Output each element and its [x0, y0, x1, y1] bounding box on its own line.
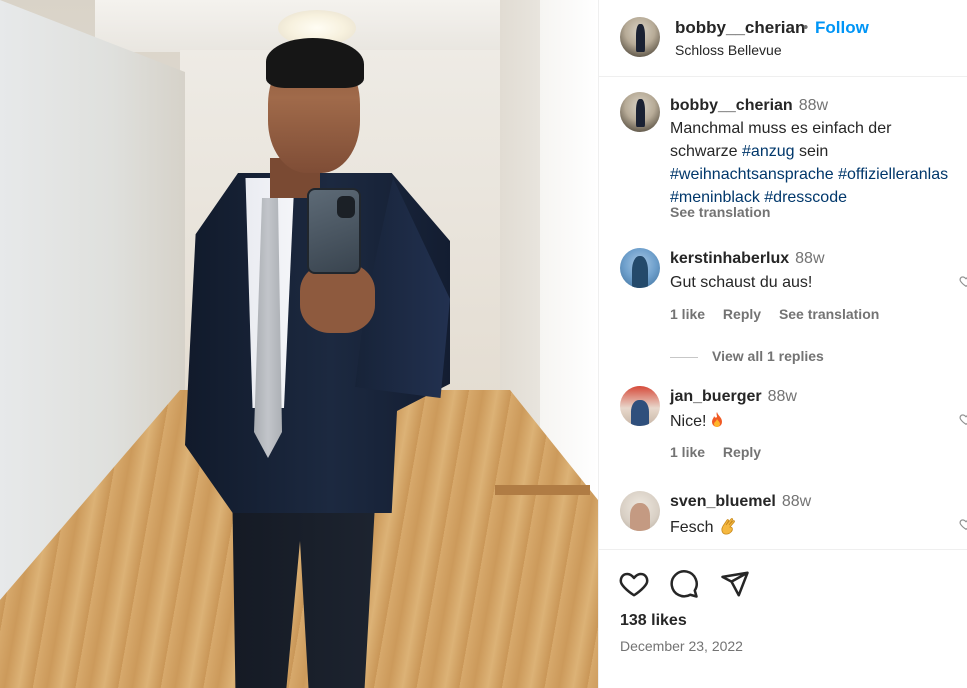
hashtag-link[interactable]: #weihnachtsansprache	[670, 166, 834, 183]
comment-likes[interactable]: 1 like	[670, 306, 705, 322]
clapping-hands-emoji-icon	[720, 518, 735, 535]
baseboard	[495, 485, 590, 495]
post-username[interactable]: bobby__cherian	[675, 18, 805, 38]
caption-age: 88w	[798, 97, 829, 114]
view-replies-button[interactable]: View all 1 replies	[670, 348, 824, 364]
separator-dot: •	[803, 19, 809, 36]
share-icon[interactable]	[720, 569, 750, 599]
hashtag-link[interactable]: #dresscode	[764, 189, 847, 206]
post-side-panel: bobby__cherian • Follow Schloss Bellevue…	[598, 0, 967, 688]
comment-age: 88w	[767, 388, 797, 405]
follow-button[interactable]: Follow	[815, 18, 869, 38]
post-photo[interactable]	[0, 0, 598, 688]
avatar[interactable]	[620, 248, 660, 288]
reply-button[interactable]: Reply	[723, 444, 761, 460]
comment-username[interactable]: jan_buerger	[670, 388, 762, 405]
right-wall-edge	[540, 0, 598, 500]
comment-text: Gut schaust du aus!	[670, 274, 813, 291]
comment-age: 88w	[781, 493, 812, 510]
smartphone	[307, 188, 361, 274]
comment-text: Nice!	[670, 413, 707, 430]
post-location[interactable]: Schloss Bellevue	[675, 42, 782, 58]
replies-divider	[670, 356, 698, 358]
caption-text: bobby__cherian 88w Manchmal muss es einfa…	[670, 94, 967, 209]
see-translation-link[interactable]: See translation	[779, 306, 879, 322]
comment-likes[interactable]: 1 like	[670, 444, 705, 460]
comment-icon[interactable]	[669, 569, 699, 599]
caption-avatar[interactable]	[620, 92, 660, 132]
comment-username[interactable]: kerstinhaberlux	[670, 250, 789, 267]
comment-username[interactable]: sven_bluemel	[670, 493, 776, 510]
comment-age: 88w	[795, 250, 825, 267]
comment-heart-icon[interactable]	[959, 274, 967, 288]
person-in-suit	[180, 38, 460, 688]
view-replies-label[interactable]: View all 1 replies	[712, 348, 824, 364]
hashtag-link[interactable]: #offizielleranlas	[838, 166, 948, 183]
post-header: bobby__cherian • Follow Schloss Bellevue	[599, 0, 967, 77]
avatar[interactable]	[620, 17, 660, 57]
comment-heart-icon[interactable]	[959, 517, 967, 531]
comment-text: Fesch	[670, 519, 714, 536]
caption-line-2-rest: sein	[794, 143, 829, 160]
caption-line-1: Manchmal muss es einfach der	[670, 120, 892, 137]
caption-username[interactable]: bobby__cherian	[670, 97, 793, 114]
avatar[interactable]	[620, 386, 660, 426]
likes-count[interactable]: 138 likes	[620, 612, 687, 630]
reply-button[interactable]: Reply	[723, 306, 761, 322]
hashtag-link[interactable]: #anzug	[742, 143, 795, 160]
comment-heart-icon[interactable]	[959, 412, 967, 426]
action-bar: 138 likes December 23, 2022	[599, 549, 967, 688]
hair	[266, 38, 364, 88]
post-date[interactable]: December 23, 2022	[620, 638, 743, 654]
avatar[interactable]	[620, 491, 660, 531]
fire-emoji-icon	[712, 412, 723, 427]
comments-list[interactable]: bobby__cherian 88w Manchmal muss es einfa…	[599, 78, 967, 548]
heart-icon[interactable]	[619, 569, 649, 599]
caption-line-2: schwarze	[670, 143, 743, 160]
see-translation-link[interactable]: See translation	[670, 204, 770, 220]
